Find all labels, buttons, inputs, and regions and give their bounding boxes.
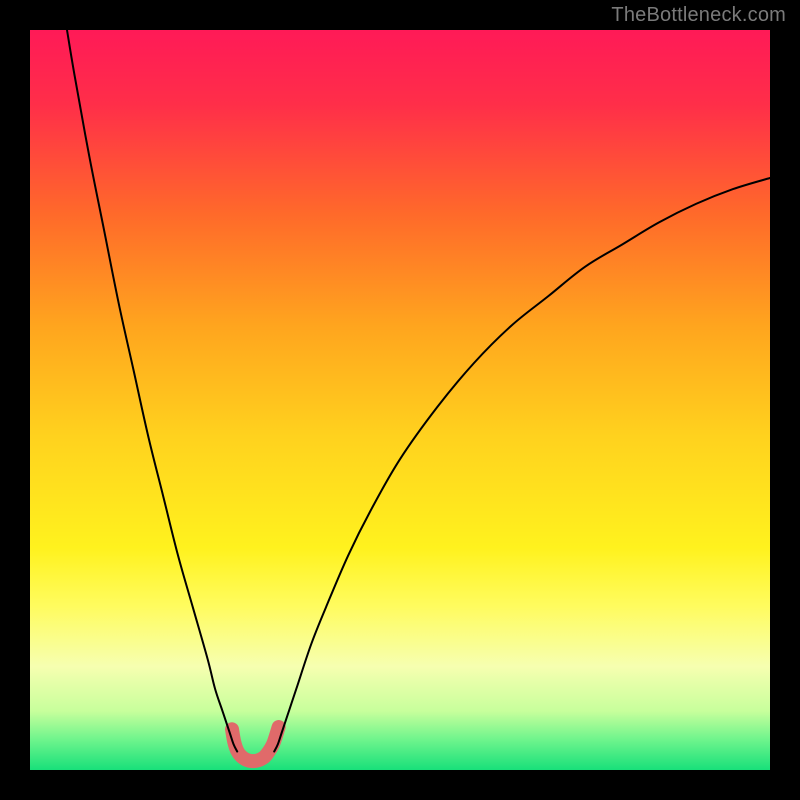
chart-stage: TheBottleneck.com <box>0 0 800 800</box>
bottleneck-chart <box>0 0 800 800</box>
